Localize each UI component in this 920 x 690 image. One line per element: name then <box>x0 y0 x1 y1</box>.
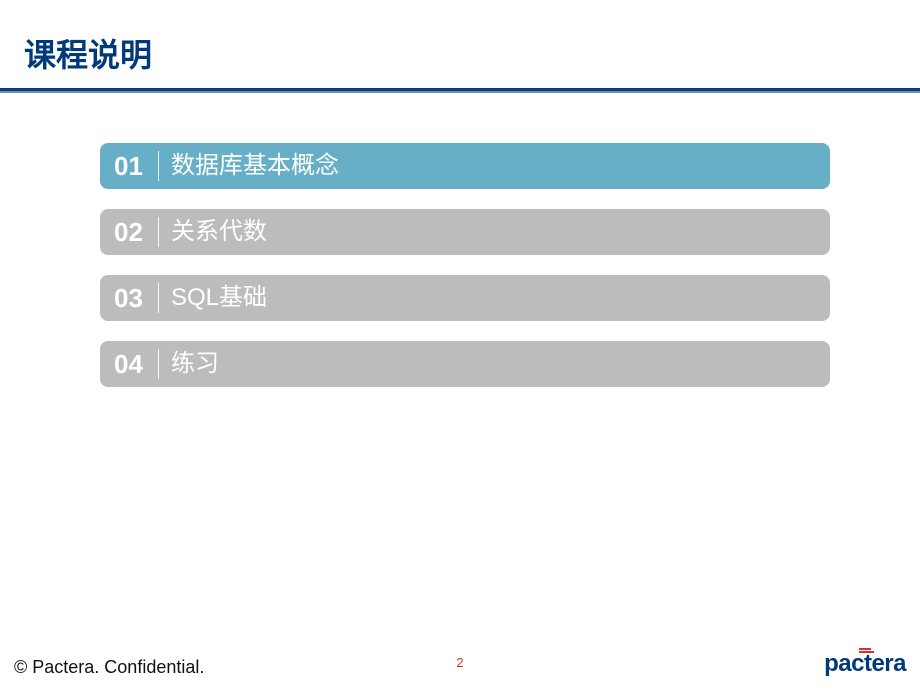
toc-number: 03 <box>100 285 158 311</box>
toc-label: 练习 <box>159 352 219 376</box>
toc-separator <box>158 349 159 379</box>
toc-separator <box>158 283 159 313</box>
toc-label: 关系代数 <box>159 220 267 244</box>
slide-title: 课程说明 <box>0 0 920 88</box>
logo-flag-icon <box>859 648 875 658</box>
footer: © Pactera. Confidential. pactera <box>0 642 920 678</box>
footer-logo: pactera <box>824 650 906 678</box>
title-divider <box>0 88 920 93</box>
toc-list: 01 数据库基本概念 02 关系代数 03 SQL基础 04 练习 <box>0 143 920 387</box>
logo-text-pac: pac <box>824 650 864 678</box>
footer-confidential: © Pactera. Confidential. <box>14 657 204 678</box>
toc-number: 01 <box>100 153 158 179</box>
toc-item-03: 03 SQL基础 <box>100 275 830 321</box>
toc-item-04: 04 练习 <box>100 341 830 387</box>
toc-number: 02 <box>100 219 158 245</box>
toc-label: 数据库基本概念 <box>159 154 339 178</box>
toc-number: 04 <box>100 351 158 377</box>
toc-item-02: 02 关系代数 <box>100 209 830 255</box>
toc-separator <box>158 151 159 181</box>
toc-separator <box>158 217 159 247</box>
toc-item-01: 01 数据库基本概念 <box>100 143 830 189</box>
logo-text-era: era <box>871 650 906 678</box>
toc-label: SQL基础 <box>159 286 267 310</box>
